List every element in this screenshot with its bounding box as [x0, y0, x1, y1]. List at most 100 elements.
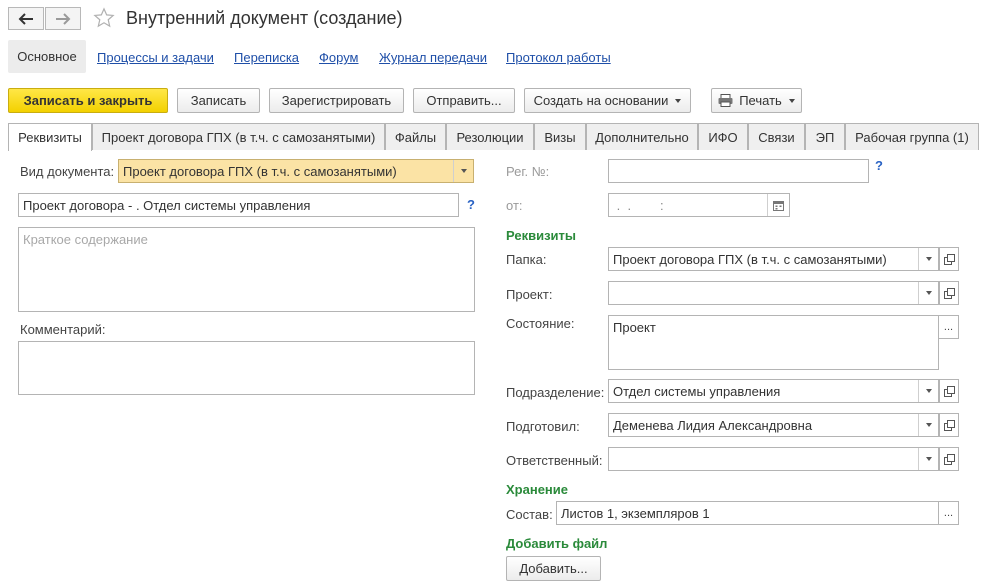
doc-type-label: Вид документа: [20, 164, 115, 179]
window-title: Внутренний документ (создание) [126, 8, 403, 28]
doc-type-field[interactable]: Проект договора ГПХ (в т.ч. с самозаняты… [118, 159, 474, 183]
doc-type-dropdown-button[interactable] [453, 160, 473, 182]
section-forum-link[interactable]: Форум [319, 50, 359, 65]
open-window-icon [943, 253, 955, 265]
prepared-by-open-button[interactable] [939, 413, 959, 437]
help-icon[interactable]: ? [467, 197, 475, 212]
summary-placeholder: Краткое содержание [23, 232, 148, 247]
document-name-input[interactable]: Проект договора - . Отдел системы управл… [18, 193, 459, 217]
chevron-down-icon [925, 389, 932, 393]
composition-value: Листов 1, экземпляров 1 [561, 505, 710, 521]
chevron-down-icon [788, 98, 795, 103]
open-window-icon [943, 385, 955, 397]
calendar-button[interactable] [767, 194, 789, 216]
section-transfer-log-link[interactable]: Журнал передачи [379, 50, 487, 65]
summary-textarea[interactable]: Краткое содержание [18, 227, 475, 312]
tab-files[interactable]: Файлы [385, 123, 446, 150]
division-label: Подразделение: [506, 385, 605, 400]
open-window-icon [943, 419, 955, 431]
add-file-button[interactable]: Добавить... [506, 556, 601, 581]
prepared-by-dropdown-button[interactable] [918, 414, 938, 436]
tab-ifo[interactable]: ИФО [698, 123, 748, 150]
print-button[interactable]: Печать [711, 88, 802, 113]
division-field[interactable]: Отдел системы управления [608, 379, 939, 403]
tab-visas[interactable]: Визы [534, 123, 586, 150]
section-correspondence-link[interactable]: Переписка [234, 50, 299, 65]
create-based-on-label: Создать на основании [533, 93, 669, 108]
back-button[interactable] [8, 7, 44, 30]
section-work-log-link[interactable]: Протокол работы [506, 50, 611, 65]
section-main[interactable]: Основное [8, 40, 86, 73]
date-label: от: [506, 198, 523, 213]
state-field[interactable]: Проект [608, 315, 939, 370]
date-mask: . . : [613, 197, 675, 213]
state-label: Состояние: [506, 316, 575, 331]
save-label: Записать [190, 93, 247, 108]
favorite-star-icon[interactable] [93, 7, 115, 32]
arrow-left-icon [18, 12, 34, 25]
send-label: Отправить... [426, 93, 502, 108]
project-field[interactable] [608, 281, 939, 305]
division-dropdown-button[interactable] [918, 380, 938, 402]
reg-no-input[interactable] [608, 159, 869, 183]
add-file-label: Добавить... [519, 561, 588, 576]
division-value: Отдел системы управления [613, 383, 781, 399]
help-icon[interactable]: ? [875, 158, 883, 173]
project-label: Проект: [506, 287, 553, 302]
project-dropdown-button[interactable] [918, 282, 938, 304]
division-open-button[interactable] [939, 379, 959, 403]
responsible-dropdown-button[interactable] [918, 448, 938, 470]
project-open-button[interactable] [939, 281, 959, 305]
prepared-by-label: Подготовил: [506, 419, 580, 434]
requisites-group-title: Реквизиты [506, 228, 576, 243]
document-name-value: Проект договора - . Отдел системы управл… [23, 197, 311, 213]
chevron-down-icon [925, 257, 932, 261]
comment-textarea[interactable] [18, 341, 475, 395]
chevron-down-icon [675, 98, 682, 103]
printer-icon [718, 94, 733, 107]
forward-button[interactable] [45, 7, 81, 30]
tab-additional[interactable]: Дополнительно [586, 123, 698, 150]
tab-contract-project[interactable]: Проект договора ГПХ (в т.ч. с самозаняты… [92, 123, 385, 150]
chevron-down-icon [925, 423, 932, 427]
open-window-icon [943, 453, 955, 465]
folder-open-button[interactable] [939, 247, 959, 271]
storage-group-title: Хранение [506, 482, 568, 497]
state-value: Проект [613, 320, 656, 335]
send-button[interactable]: Отправить... [413, 88, 515, 113]
add-file-group-title: Добавить файл [506, 536, 608, 551]
composition-select-button[interactable]: ... [938, 501, 959, 525]
tab-resolutions[interactable]: Резолюции [446, 123, 534, 150]
responsible-field[interactable] [608, 447, 939, 471]
doc-type-value: Проект договора ГПХ (в т.ч. с самозаняты… [123, 163, 397, 179]
chevron-down-icon [925, 457, 932, 461]
folder-dropdown-button[interactable] [918, 248, 938, 270]
save-and-close-button[interactable]: Записать и закрыть [8, 88, 168, 113]
arrow-right-icon [55, 12, 71, 25]
folder-label: Папка: [506, 252, 547, 267]
tab-ep[interactable]: ЭП [805, 123, 845, 150]
composition-label: Состав: [506, 507, 553, 522]
register-label: Зарегистрировать [281, 93, 392, 108]
composition-field[interactable]: Листов 1, экземпляров 1 [556, 501, 939, 525]
responsible-open-button[interactable] [939, 447, 959, 471]
tab-workgroup[interactable]: Рабочая группа (1) [845, 123, 979, 150]
open-window-icon [943, 287, 955, 299]
comment-label: Комментарий: [20, 322, 106, 337]
prepared-by-value: Деменева Лидия Александровна [613, 417, 813, 433]
save-button[interactable]: Записать [177, 88, 260, 113]
register-button[interactable]: Зарегистрировать [269, 88, 404, 113]
folder-field[interactable]: Проект договора ГПХ (в т.ч. с самозаняты… [608, 247, 939, 271]
save-and-close-label: Записать и закрыть [23, 93, 153, 108]
tab-requisites[interactable]: Реквизиты [8, 123, 92, 151]
tab-links[interactable]: Связи [748, 123, 805, 150]
chevron-down-icon [925, 291, 932, 295]
calendar-icon [773, 200, 784, 211]
folder-value: Проект договора ГПХ (в т.ч. с самозаняты… [613, 251, 887, 267]
section-processes-link[interactable]: Процессы и задачи [97, 50, 214, 65]
date-input[interactable]: . . : [608, 193, 790, 217]
state-select-button[interactable]: ... [938, 315, 959, 339]
responsible-label: Ответственный: [506, 453, 603, 468]
create-based-on-button[interactable]: Создать на основании [524, 88, 691, 113]
prepared-by-field[interactable]: Деменева Лидия Александровна [608, 413, 939, 437]
